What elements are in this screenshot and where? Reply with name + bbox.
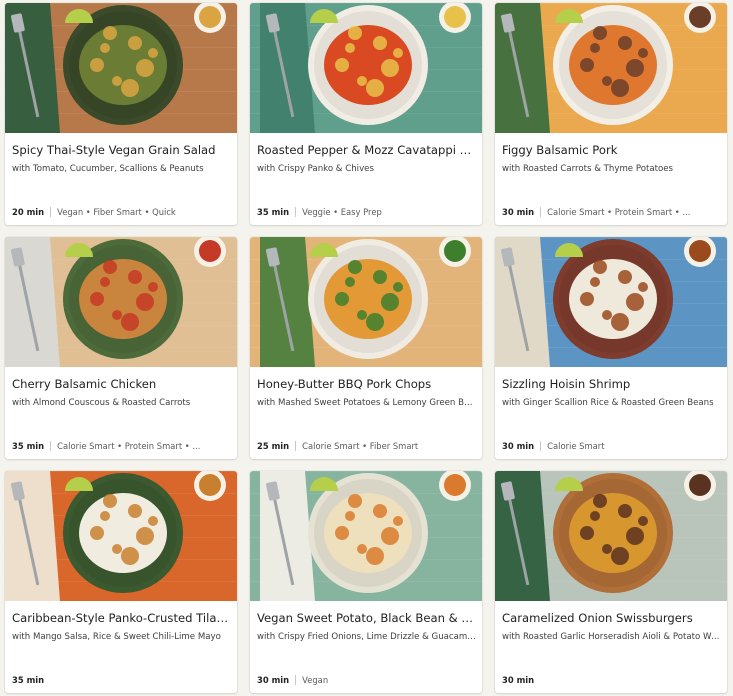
recipe-card[interactable]: Roasted Pepper & Mozz Cavatappi Bake with… xyxy=(250,3,482,225)
recipe-title[interactable]: Caramelized Onion Swissburgers xyxy=(502,611,721,626)
recipe-card[interactable]: Caribbean-Style Panko-Crusted Tilapia wit… xyxy=(5,471,237,693)
recipe-image xyxy=(5,3,237,133)
recipe-meta: 30 min Calorie Smart xyxy=(502,440,721,452)
recipe-title[interactable]: Roasted Pepper & Mozz Cavatappi Bake xyxy=(257,143,476,158)
recipe-title[interactable]: Figgy Balsamic Pork xyxy=(502,143,721,158)
meta-divider xyxy=(295,675,297,685)
meta-divider xyxy=(295,207,297,217)
prep-time: 30 min xyxy=(502,675,535,685)
prep-time: 35 min xyxy=(12,441,45,451)
recipe-subtitle: with Roasted Garlic Horseradish Aioli & … xyxy=(502,632,721,642)
recipe-image xyxy=(5,237,237,367)
recipe-card[interactable]: Honey-Butter BBQ Pork Chops with Mashed S… xyxy=(250,237,482,459)
recipe-card[interactable]: Figgy Balsamic Pork with Roasted Carrots … xyxy=(495,3,727,225)
prep-time: 20 min xyxy=(12,207,45,217)
prep-time: 30 min xyxy=(502,207,535,217)
meta-divider xyxy=(540,207,542,217)
prep-time: 35 min xyxy=(257,207,290,217)
recipe-tags: Vegan • Fiber Smart • Quick xyxy=(57,207,176,217)
recipe-meta: 35 min Veggie • Easy Prep xyxy=(257,206,476,218)
recipe-photo[interactable] xyxy=(5,3,237,133)
recipe-image xyxy=(250,471,482,601)
recipe-tags: Calorie Smart • Protein Smart • ... xyxy=(547,207,691,217)
recipe-image xyxy=(5,471,237,601)
recipe-photo[interactable] xyxy=(5,471,237,601)
recipe-image xyxy=(250,237,482,367)
recipe-photo[interactable] xyxy=(250,237,482,367)
recipe-photo[interactable] xyxy=(250,3,482,133)
recipe-photo[interactable] xyxy=(5,237,237,367)
recipe-tags: Veggie • Easy Prep xyxy=(302,207,382,217)
recipe-tags: Vegan xyxy=(302,675,329,685)
recipe-photo[interactable] xyxy=(495,3,727,133)
recipe-subtitle: with Almond Couscous & Roasted Carrots xyxy=(12,398,191,408)
prep-time: 35 min xyxy=(12,675,45,685)
recipe-card[interactable]: Vegan Sweet Potato, Black Bean & Kale ..… xyxy=(250,471,482,693)
recipe-title[interactable]: Spicy Thai-Style Vegan Grain Salad xyxy=(12,143,231,158)
recipe-subtitle: with Crispy Panko & Chives xyxy=(257,164,374,174)
recipe-subtitle: with Tomato, Cucumber, Scallions & Peanu… xyxy=(12,164,204,174)
recipe-meta: 25 min Calorie Smart • Fiber Smart xyxy=(257,440,476,452)
recipe-subtitle: with Ginger Scallion Rice & Roasted Gree… xyxy=(502,398,714,408)
recipe-title[interactable]: Sizzling Hoisin Shrimp xyxy=(502,377,721,392)
recipe-card[interactable]: Sizzling Hoisin Shrimp with Ginger Scalli… xyxy=(495,237,727,459)
recipe-card[interactable]: Cherry Balsamic Chicken with Almond Cousc… xyxy=(5,237,237,459)
meta-divider xyxy=(295,441,297,451)
recipe-meta: 30 min xyxy=(502,674,721,686)
recipe-tags: Calorie Smart • Protein Smart • ... xyxy=(57,441,201,451)
recipe-card[interactable]: Caramelized Onion Swissburgers with Roast… xyxy=(495,471,727,693)
recipe-title[interactable]: Cherry Balsamic Chicken xyxy=(12,377,231,392)
recipe-photo[interactable] xyxy=(495,237,727,367)
recipe-subtitle: with Mango Salsa, Rice & Sweet Chili-Lim… xyxy=(12,632,221,642)
recipe-meta: 35 min xyxy=(12,674,231,686)
recipe-title[interactable]: Honey-Butter BBQ Pork Chops xyxy=(257,377,476,392)
recipe-tags: Calorie Smart xyxy=(547,441,605,451)
recipe-meta: 30 min Vegan xyxy=(257,674,476,686)
recipe-card[interactable]: Spicy Thai-Style Vegan Grain Salad with T… xyxy=(5,3,237,225)
recipe-image xyxy=(495,471,727,601)
prep-time: 30 min xyxy=(257,675,290,685)
recipe-image xyxy=(495,237,727,367)
recipe-title[interactable]: Vegan Sweet Potato, Black Bean & Kale ..… xyxy=(257,611,476,626)
meta-divider xyxy=(50,441,52,451)
recipe-subtitle: with Mashed Sweet Potatoes & Lemony Gree… xyxy=(257,398,476,408)
recipe-photo[interactable] xyxy=(495,471,727,601)
recipe-image xyxy=(250,3,482,133)
recipe-title[interactable]: Caribbean-Style Panko-Crusted Tilapia xyxy=(12,611,231,626)
prep-time: 30 min xyxy=(502,441,535,451)
recipe-subtitle: with Crispy Fried Onions, Lime Drizzle &… xyxy=(257,632,476,642)
prep-time: 25 min xyxy=(257,441,290,451)
recipe-meta: 30 min Calorie Smart • Protein Smart • ..… xyxy=(502,206,721,218)
meta-divider xyxy=(50,207,52,217)
recipe-tags: Calorie Smart • Fiber Smart xyxy=(302,441,419,451)
recipe-subtitle: with Roasted Carrots & Thyme Potatoes xyxy=(502,164,673,174)
recipe-image xyxy=(495,3,727,133)
meta-divider xyxy=(540,441,542,451)
recipe-meta: 20 min Vegan • Fiber Smart • Quick xyxy=(12,206,231,218)
recipe-photo[interactable] xyxy=(250,471,482,601)
recipe-meta: 35 min Calorie Smart • Protein Smart • ..… xyxy=(12,440,231,452)
